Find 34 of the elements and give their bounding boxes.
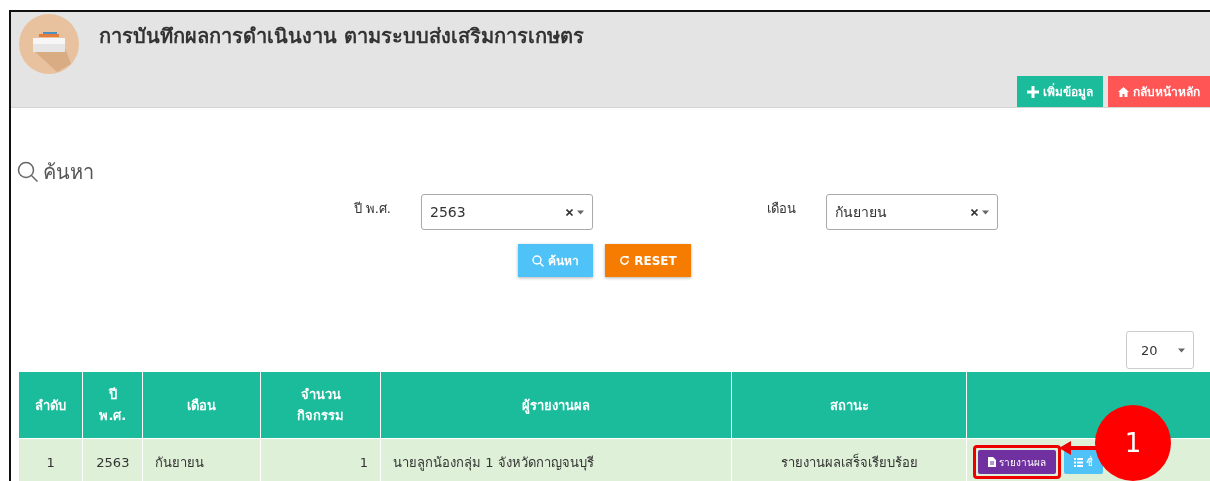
column-header: จำนวน กิจกรรม [260, 371, 381, 439]
list-icon [1074, 457, 1084, 467]
column-header: สถานะ [731, 371, 967, 439]
table-cell: 1 [18, 438, 83, 481]
field-label: ปี พ.ศ. [352, 200, 391, 218]
refresh-icon [619, 255, 631, 266]
table-cell: 2563 [82, 438, 143, 481]
search-button[interactable]: ค้นหา [518, 244, 594, 277]
clear-caret-icon[interactable] [566, 208, 584, 216]
table-cell: 1 [260, 438, 381, 481]
search-heading: ค้นหา [43, 159, 94, 186]
table-cell: นายลูกน้องกลุ่ม 1 จังหวัดกาญจนบุรี [380, 438, 732, 481]
reset-button[interactable]: RESET [605, 244, 691, 277]
search-icon [532, 254, 545, 267]
table-cell: รายงานผลเสร็จเรียบร้อย [731, 438, 967, 481]
home-icon [1118, 86, 1129, 97]
field-label: เดือน [766, 200, 796, 218]
page-title: การบันทึกผลการดำเนินงาน ตามระบบส่งเสริมการเกษตร [99, 23, 584, 50]
column-header: ลำดับ [18, 371, 83, 439]
page-size-select[interactable]: 20 [1126, 331, 1194, 369]
select-field[interactable]: กันยายน [826, 194, 998, 230]
column-header: ผู้รายงานผล [380, 371, 732, 439]
plus-icon [1027, 85, 1039, 98]
report-button[interactable]: รายงานผล [978, 450, 1057, 474]
column-header: เดือน [142, 371, 261, 439]
search-icon [17, 161, 39, 183]
clear-caret-icon[interactable] [971, 208, 989, 216]
home-button[interactable]: กลับหน้าหลัก [1108, 76, 1210, 107]
table-cell: กันยายน [142, 438, 261, 481]
select-field[interactable]: 2563 [421, 194, 593, 230]
caret-icon[interactable] [1178, 346, 1185, 354]
add-button[interactable]: เพิ่มข้อมูล [1017, 76, 1103, 107]
document-icon [988, 457, 997, 467]
column-header: ปี พ.ศ. [82, 371, 143, 439]
